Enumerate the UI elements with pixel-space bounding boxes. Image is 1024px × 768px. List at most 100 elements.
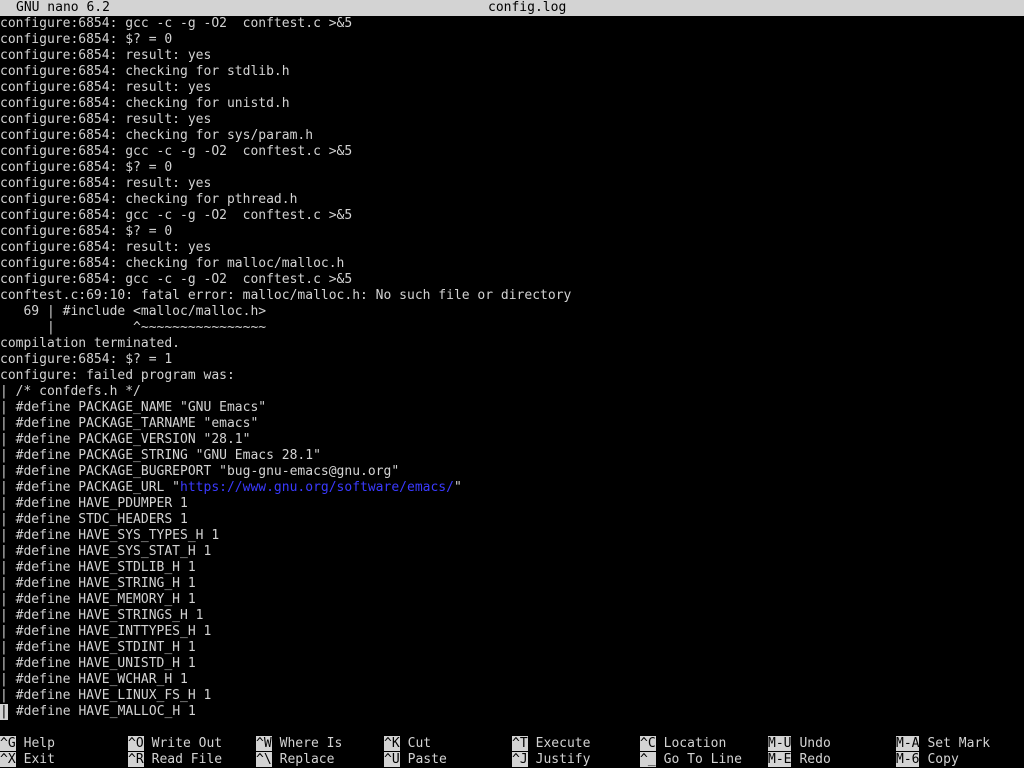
text-line: configure:6854: result: yes bbox=[0, 112, 212, 127]
text-line: configure:6854: checking for pthread.h bbox=[0, 192, 298, 207]
editor-text-area[interactable]: configure:6854: gcc -c -g -O2 conftest.c… bbox=[0, 16, 1024, 720]
shortcut-key: ^U bbox=[384, 752, 400, 767]
text-line: configure:6854: gcc -c -g -O2 conftest.c… bbox=[0, 16, 353, 31]
text-line: configure:6854: checking for malloc/mall… bbox=[0, 256, 345, 271]
shortcut-key: ^\ bbox=[256, 752, 272, 767]
shortcut-key: ^_ bbox=[640, 752, 656, 767]
shortcut-row: ^G Help ^O Write Out ^W Where Is ^K Cut ^T Ex… bbox=[0, 736, 1024, 752]
url-line: | #define PACKAGE_URL "https://www.gnu.o… bbox=[0, 480, 1024, 496]
help-shortcut[interactable]: ^G Help bbox=[0, 736, 55, 752]
shortcut-label: Set Mark bbox=[927, 736, 991, 751]
error-source-line: 69 | #include <malloc/malloc.h> bbox=[0, 304, 267, 319]
error-line: conftest.c:69:10: fatal error: malloc/ma… bbox=[0, 288, 572, 303]
text-line: | #define HAVE_WCHAR_H 1 bbox=[0, 672, 188, 687]
error-caret-line: | ^~~~~~~~~~~~~~~~~ bbox=[0, 320, 267, 335]
url-line-prefix: | #define PACKAGE_URL " bbox=[0, 480, 181, 495]
shortcut-bar: ^G Help ^O Write Out ^W Where Is ^K Cut ^T Ex… bbox=[0, 736, 1024, 768]
text-line: | #define HAVE_LINUX_FS_H 1 bbox=[0, 688, 212, 703]
shortcut-key: ^G bbox=[0, 736, 16, 751]
go-to-line-shortcut[interactable]: ^_ Go To Line bbox=[640, 752, 742, 768]
text-line: | #define HAVE_SYS_STAT_H 1 bbox=[0, 544, 212, 559]
title-bar: GNU nano 6.2 config.log bbox=[0, 0, 1024, 16]
shortcut-key: ^O bbox=[128, 736, 144, 751]
cut-shortcut[interactable]: ^K Cut bbox=[384, 736, 431, 752]
shortcut-key: ^J bbox=[512, 752, 528, 767]
text-line: configure:6854: $? = 0 bbox=[0, 224, 173, 239]
paste-shortcut[interactable]: ^U Paste bbox=[384, 752, 447, 768]
exit-shortcut[interactable]: ^X Exit bbox=[0, 752, 55, 768]
shortcut-label: Cut bbox=[407, 736, 432, 751]
text-line: configure:6854: checking for stdlib.h bbox=[0, 64, 290, 79]
shortcut-key: ^R bbox=[128, 752, 144, 767]
shortcut-label: Help bbox=[23, 736, 55, 751]
text-line: | #define PACKAGE_TARNAME "emacs" bbox=[0, 416, 259, 431]
text-line: configure:6854: $? = 1 bbox=[0, 352, 173, 367]
text-line: configure:6854: gcc -c -g -O2 conftest.c… bbox=[0, 272, 353, 287]
shortcut-label: Go To Line bbox=[663, 752, 742, 767]
text-line: configure: failed program was: bbox=[0, 368, 235, 383]
text-line: | #define HAVE_STRINGS_H 1 bbox=[0, 608, 204, 623]
file-name-label: config.log bbox=[488, 0, 567, 15]
execute-shortcut[interactable]: ^T Execute bbox=[512, 736, 590, 752]
where-is-shortcut[interactable]: ^W Where Is bbox=[256, 736, 342, 752]
justify-shortcut[interactable]: ^J Justify bbox=[512, 752, 590, 768]
text-line: configure:6854: checking for sys/param.h bbox=[0, 128, 314, 143]
text-line: | #define HAVE_STDLIB_H 1 bbox=[0, 560, 196, 575]
shortcut-label: Location bbox=[663, 736, 727, 751]
read-file-shortcut[interactable]: ^R Read File bbox=[128, 752, 222, 768]
text-line: | #define PACKAGE_BUGREPORT "bug-gnu-ema… bbox=[0, 464, 400, 479]
text-line: | #define STDC_HEADERS 1 bbox=[0, 512, 188, 527]
text-line: | /* confdefs.h */ bbox=[0, 384, 141, 399]
text-line: configure:6854: result: yes bbox=[0, 176, 212, 191]
shortcut-key: M-6 bbox=[896, 752, 920, 767]
text-line: configure:6854: gcc -c -g -O2 conftest.c… bbox=[0, 144, 353, 159]
shortcut-label: Redo bbox=[799, 752, 831, 767]
text-line: | #define HAVE_STDINT_H 1 bbox=[0, 640, 196, 655]
text-line: | #define HAVE_INTTYPES_H 1 bbox=[0, 624, 212, 639]
text-line: | #define PACKAGE_STRING "GNU Emacs 28.1… bbox=[0, 448, 321, 463]
undo-shortcut[interactable]: M-U Undo bbox=[768, 736, 831, 752]
shortcut-label: Justify bbox=[535, 752, 591, 767]
text-line: configure:6854: result: yes bbox=[0, 240, 212, 255]
location-shortcut[interactable]: ^C Location bbox=[640, 736, 726, 752]
shortcut-key: M-U bbox=[768, 736, 792, 751]
text-line: | #define HAVE_MEMORY_H 1 bbox=[0, 592, 196, 607]
text-cursor[interactable]: | bbox=[0, 704, 8, 720]
shortcut-key: M-A bbox=[896, 736, 920, 751]
replace-shortcut[interactable]: ^\ Replace bbox=[256, 752, 334, 768]
text-line: configure:6854: gcc -c -g -O2 conftest.c… bbox=[0, 208, 353, 223]
shortcut-label: Copy bbox=[927, 752, 959, 767]
shortcut-label: Paste bbox=[407, 752, 447, 767]
shortcut-label: Undo bbox=[799, 736, 831, 751]
text-line: | #define HAVE_STRING_H 1 bbox=[0, 576, 196, 591]
shortcut-label: Where Is bbox=[279, 736, 343, 751]
url-line-suffix: " bbox=[453, 480, 462, 495]
shortcut-key: ^K bbox=[384, 736, 400, 751]
shortcut-label: Read File bbox=[151, 752, 223, 767]
set-mark-shortcut[interactable]: M-A Set Mark bbox=[896, 736, 990, 752]
copy-shortcut[interactable]: M-6 Copy bbox=[896, 752, 959, 768]
shortcut-key: ^W bbox=[256, 736, 272, 751]
shortcut-row: ^X Exit ^R Read File ^\ Replace ^U Paste ^J J… bbox=[0, 752, 1024, 768]
text-line: | #define PACKAGE_NAME "GNU Emacs" bbox=[0, 400, 267, 415]
text-line: configure:6854: checking for unistd.h bbox=[0, 96, 290, 111]
shortcut-key: ^C bbox=[640, 736, 656, 751]
text-line: | #define PACKAGE_VERSION "28.1" bbox=[0, 432, 251, 447]
text-line: | #define HAVE_UNISTD_H 1 bbox=[0, 656, 196, 671]
write-out-shortcut[interactable]: ^O Write Out bbox=[128, 736, 222, 752]
shortcut-key: M-E bbox=[768, 752, 792, 767]
text-line: configure:6854: result: yes bbox=[0, 48, 212, 63]
text-line: | #define HAVE_PDUMPER 1 bbox=[0, 496, 188, 511]
app-version-label: GNU nano 6.2 bbox=[16, 0, 110, 15]
shortcut-key: ^T bbox=[512, 736, 528, 751]
text-line: configure:6854: result: yes bbox=[0, 80, 212, 95]
cursor-line-text: #define HAVE_MALLOC_H 1 bbox=[8, 704, 196, 719]
shortcut-key: ^X bbox=[0, 752, 16, 767]
text-line: compilation terminated. bbox=[0, 336, 181, 351]
shortcut-label: Replace bbox=[279, 752, 335, 767]
package-url-link: https://www.gnu.org/software/emacs/ bbox=[180, 480, 454, 495]
shortcut-label: Write Out bbox=[151, 736, 223, 751]
redo-shortcut[interactable]: M-E Redo bbox=[768, 752, 831, 768]
text-line: | #define HAVE_SYS_TYPES_H 1 bbox=[0, 528, 220, 543]
shortcut-label: Execute bbox=[535, 736, 591, 751]
